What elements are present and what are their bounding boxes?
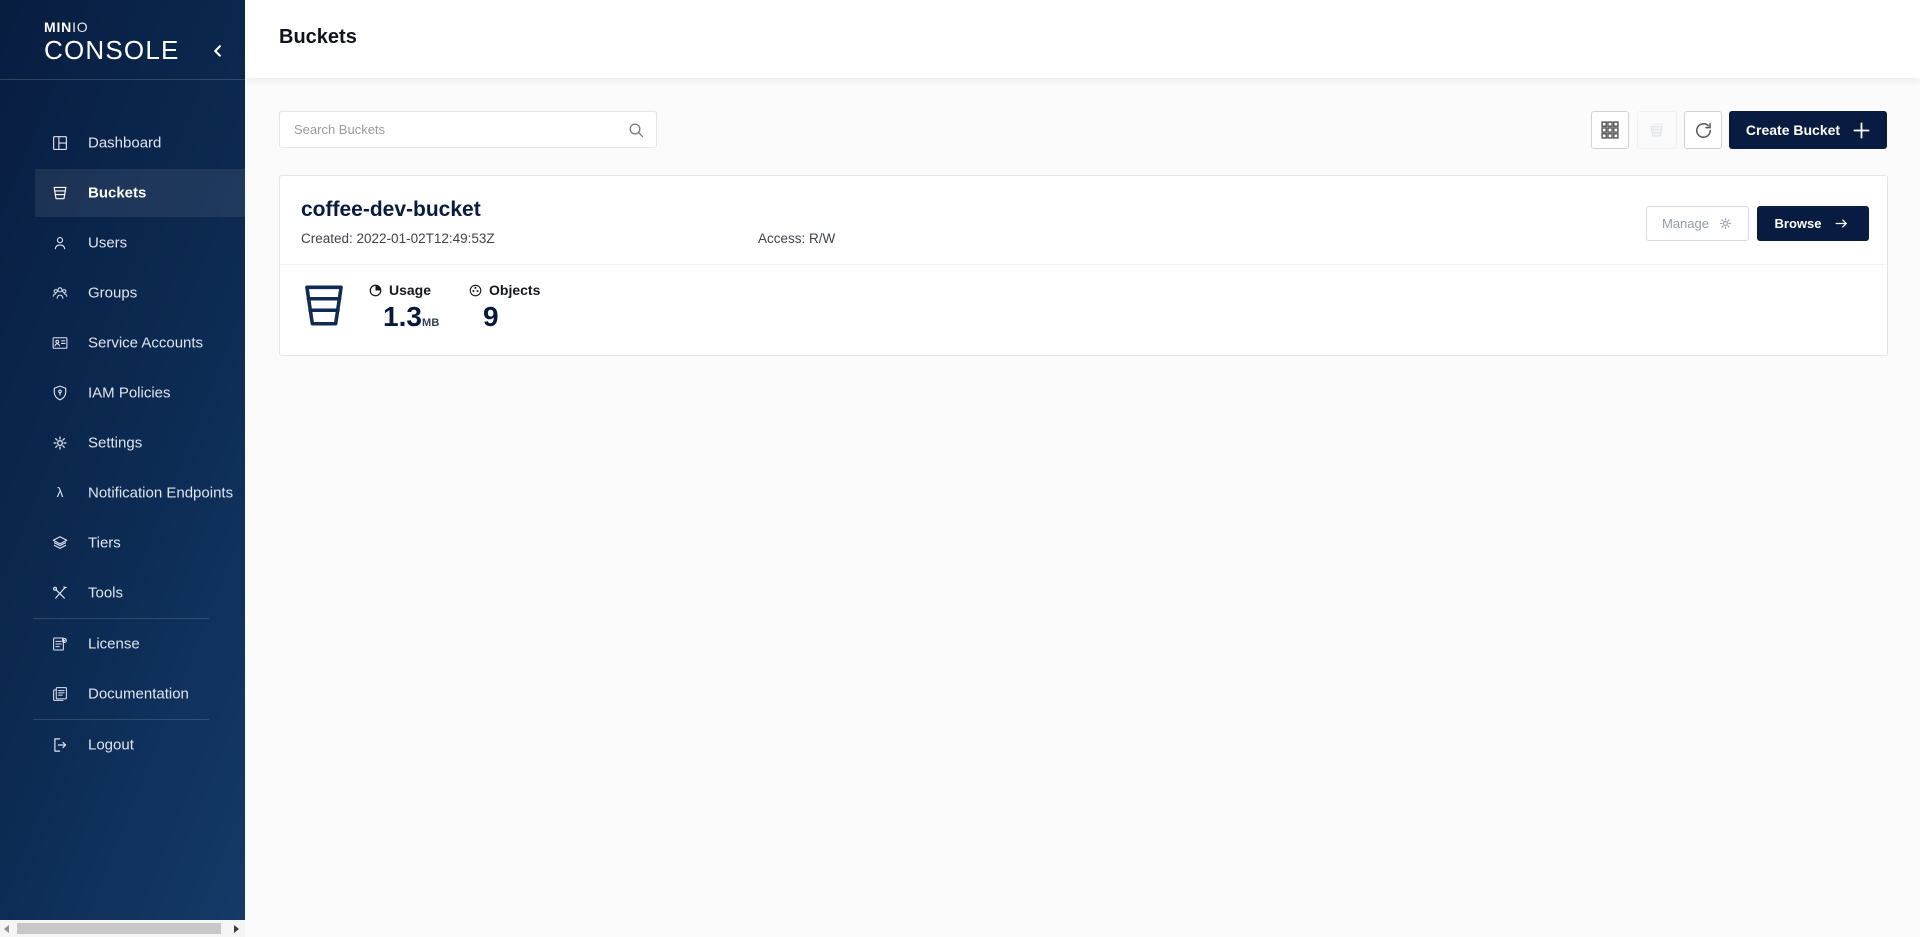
page-title: Buckets	[279, 26, 357, 49]
objects-number: 9	[483, 301, 499, 332]
manage-button[interactable]: Manage	[1646, 206, 1749, 241]
sidebar-item-label: Buckets	[88, 185, 146, 202]
sidebar: MINIO CONSOLE Dashboard Buckets	[0, 0, 245, 920]
manage-label: Manage	[1662, 216, 1709, 231]
objects-icon	[468, 283, 483, 298]
scrollbar-thumb[interactable]	[17, 923, 221, 934]
bucket-card: coffee-dev-bucket Created: 2022-01-02T12…	[279, 175, 1888, 356]
browse-button[interactable]: Browse	[1757, 206, 1869, 241]
bucket-icon	[299, 278, 349, 332]
objects-value: 9	[483, 303, 540, 331]
objects-label: Objects	[489, 282, 540, 298]
refresh-icon	[1694, 121, 1713, 140]
plus-icon	[1853, 122, 1870, 139]
sidebar-collapse-button[interactable]	[206, 38, 230, 62]
sidebar-item-label: Users	[88, 235, 127, 252]
sidebar-item-label: Settings	[88, 435, 142, 452]
sidebar-item-buckets[interactable]: Buckets	[0, 168, 245, 218]
bucket-icon	[51, 184, 69, 202]
layers-icon	[51, 534, 69, 552]
objects-label-row: Objects	[468, 282, 540, 298]
bucket-created-date: Created: 2022-01-02T12:49:53Z	[301, 231, 495, 246]
browse-label: Browse	[1775, 216, 1822, 231]
refresh-button[interactable]	[1684, 111, 1722, 149]
tools-icon	[51, 584, 69, 602]
minio-console-logo: MINIO CONSOLE	[44, 20, 180, 63]
create-bucket-label: Create Bucket	[1746, 122, 1840, 138]
sidebar-item-label: Tools	[88, 585, 123, 602]
search-box	[279, 111, 657, 148]
pie-chart-icon	[368, 283, 383, 298]
documentation-icon	[51, 685, 69, 703]
main-content: Create Bucket coffee-dev-bucket Created:…	[245, 78, 1920, 937]
lambda-icon: λ	[51, 484, 69, 502]
license-icon	[51, 635, 69, 653]
sidebar-item-label: Service Accounts	[88, 335, 203, 352]
logo-subtitle: CONSOLE	[44, 37, 180, 63]
search-input[interactable]	[280, 112, 656, 147]
bucket-usage-metric: Usage 1.3MB	[368, 282, 440, 331]
usage-label: Usage	[389, 282, 431, 298]
sidebar-item-notification-endpoints[interactable]: λ Notification Endpoints	[0, 468, 245, 518]
create-bucket-button[interactable]: Create Bucket	[1729, 111, 1887, 149]
sidebar-item-label: Documentation	[88, 686, 189, 703]
scrollbar-left-arrow-icon[interactable]	[4, 925, 9, 933]
shield-icon	[51, 384, 69, 402]
sidebar-item-label: Logout	[88, 737, 134, 754]
dashboard-icon	[51, 134, 69, 152]
sidebar-item-iam-policies[interactable]: IAM Policies	[0, 368, 245, 418]
user-icon	[51, 234, 69, 252]
sidebar-item-label: Tiers	[88, 535, 121, 552]
sidebar-item-label: Groups	[88, 285, 137, 302]
sidebar-item-tiers[interactable]: Tiers	[0, 518, 245, 568]
id-card-icon	[51, 334, 69, 352]
sidebar-item-logout[interactable]: Logout	[0, 720, 245, 770]
bucket-objects-metric: Objects 9	[468, 282, 540, 331]
logo-wordmark: MINIO	[44, 20, 180, 34]
page-header: Buckets	[245, 0, 1920, 78]
usage-value: 1.3MB	[383, 303, 440, 331]
grid-view-icon	[1601, 121, 1619, 139]
sidebar-item-tools[interactable]: Tools	[0, 568, 245, 618]
list-view-button[interactable]	[1637, 111, 1677, 149]
scrollbar-right-arrow-icon[interactable]	[234, 925, 239, 933]
groups-icon	[51, 284, 69, 302]
sidebar-item-service-accounts[interactable]: Service Accounts	[0, 318, 245, 368]
usage-label-row: Usage	[368, 282, 440, 298]
bucket-access: Access: R/W	[758, 231, 835, 246]
logout-icon	[51, 736, 69, 754]
logo-text-light: IO	[72, 19, 88, 35]
search-icon	[626, 120, 646, 140]
minio-console-window: MINIO CONSOLE Dashboard Buckets	[0, 0, 1920, 937]
sidebar-item-documentation[interactable]: Documentation	[0, 669, 245, 719]
arrow-right-icon	[1832, 216, 1851, 231]
sidebar-item-license[interactable]: License	[0, 619, 245, 669]
sidebar-item-label: IAM Policies	[88, 385, 171, 402]
horizontal-scrollbar[interactable]	[0, 920, 245, 937]
sidebar-item-label: Dashboard	[88, 135, 161, 152]
bucket-list-icon	[1647, 120, 1667, 140]
gear-icon	[51, 434, 69, 452]
sidebar-item-settings[interactable]: Settings	[0, 418, 245, 468]
grid-view-button[interactable]	[1591, 111, 1629, 149]
sidebar-item-label: Notification Endpoints	[88, 485, 233, 502]
svg-text:λ: λ	[57, 485, 64, 500]
card-divider	[280, 264, 1887, 265]
sidebar-item-dashboard[interactable]: Dashboard	[0, 118, 245, 168]
usage-number: 1.3	[383, 301, 422, 332]
sidebar-item-users[interactable]: Users	[0, 218, 245, 268]
sidebar-item-groups[interactable]: Groups	[0, 268, 245, 318]
chevron-left-icon	[211, 43, 226, 58]
sidebar-divider	[0, 79, 245, 80]
gear-icon	[1718, 216, 1733, 231]
logo-text-bold: MIN	[44, 19, 72, 35]
sidebar-item-label: License	[88, 636, 140, 653]
usage-unit: MB	[422, 317, 440, 329]
bucket-name: coffee-dev-bucket	[301, 198, 481, 222]
sidebar-nav: Dashboard Buckets Users Groups	[0, 118, 245, 770]
